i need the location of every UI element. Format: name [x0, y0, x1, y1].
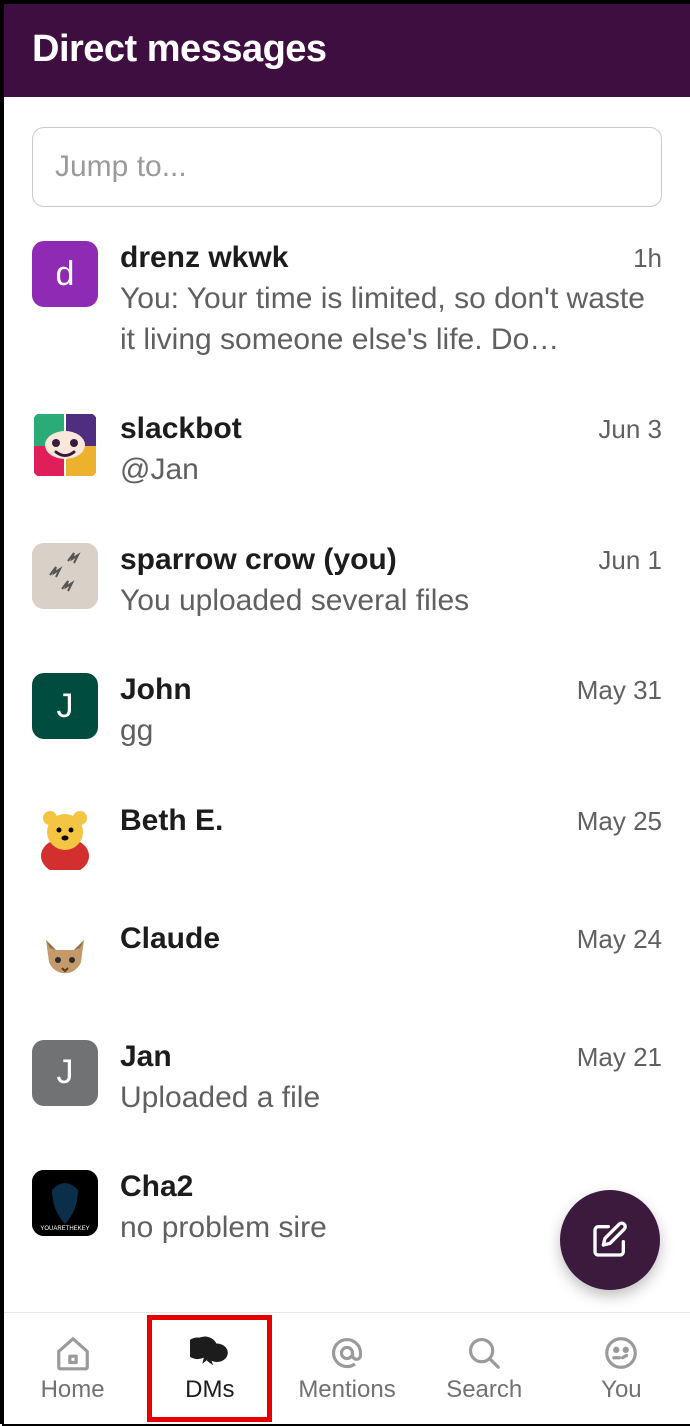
conversation-time: May 31	[577, 675, 662, 706]
conversation-body: Beth E. May 25	[120, 804, 662, 838]
conversation-row[interactable]: J Jan May 21 Uploaded a file	[4, 1040, 690, 1171]
conversation-body: sparrow crow (you) Jun 1 You uploaded se…	[120, 543, 662, 622]
conversation-row[interactable]: Beth E. May 25	[4, 804, 690, 922]
page-title: Direct messages	[32, 28, 662, 71]
conversation-name: sparrow crow (you)	[120, 543, 397, 577]
conversation-time: Jun 3	[598, 414, 662, 445]
conversation-time: 1h	[633, 243, 662, 274]
conversation-name: John	[120, 673, 192, 707]
conversation-preview: @Jan	[120, 450, 662, 491]
avatar	[32, 412, 98, 478]
search-icon	[465, 1334, 503, 1372]
conversation-name: Cha2	[120, 1170, 193, 1204]
conversation-name: Claude	[120, 922, 220, 956]
compose-icon	[590, 1220, 630, 1260]
conversation-row[interactable]: sparrow crow (you) Jun 1 You uploaded se…	[4, 543, 690, 674]
tab-bar: Home DMs Mentions Search You	[4, 1312, 690, 1424]
conversation-body: John May 31 gg	[120, 673, 662, 752]
conversation-name: drenz wkwk	[120, 241, 288, 275]
conversation-preview: You: Your time is limited, so don't wast…	[120, 279, 662, 360]
tab-label: DMs	[185, 1376, 234, 1404]
conversation-time: Jun 1	[598, 545, 662, 576]
tab-home[interactable]: Home	[4, 1313, 141, 1424]
compose-button[interactable]	[560, 1190, 660, 1290]
conversation-body: drenz wkwk 1h You: Your time is limited,…	[120, 241, 662, 360]
tab-label: Home	[41, 1376, 105, 1404]
home-icon	[54, 1334, 92, 1372]
conversation-body: Jan May 21 Uploaded a file	[120, 1040, 662, 1119]
conversation-row[interactable]: J John May 31 gg	[4, 673, 690, 804]
mentions-icon	[328, 1334, 366, 1372]
conversation-time: May 21	[577, 1042, 662, 1073]
tab-label: Mentions	[298, 1376, 395, 1404]
tab-mentions[interactable]: Mentions	[278, 1313, 415, 1424]
conversation-row[interactable]: slackbot Jun 3 @Jan	[4, 412, 690, 543]
header: Direct messages	[4, 4, 690, 97]
conversation-row[interactable]: Claude May 24	[4, 922, 690, 1040]
tab-dms[interactable]: DMs	[141, 1313, 278, 1424]
you-icon	[602, 1334, 640, 1372]
avatar	[32, 804, 98, 870]
avatar: d	[32, 241, 98, 307]
conversation-body: Claude May 24	[120, 922, 662, 956]
avatar	[32, 922, 98, 988]
svg-text:YOUARETHEKEY: YOUARETHEKEY	[40, 1226, 89, 1232]
avatar: J	[32, 1040, 98, 1106]
avatar: YOUARETHEKEY	[32, 1170, 98, 1236]
tab-you[interactable]: You	[553, 1313, 690, 1424]
conversation-name: slackbot	[120, 412, 242, 446]
conversation-name: Beth E.	[120, 804, 223, 838]
search-container	[4, 97, 690, 241]
conversation-preview: Uploaded a file	[120, 1078, 662, 1119]
dms-icon	[190, 1334, 230, 1372]
avatar: J	[32, 673, 98, 739]
tab-label: You	[601, 1376, 642, 1404]
avatar	[32, 543, 98, 609]
tab-label: Search	[446, 1376, 522, 1404]
conversation-body: slackbot Jun 3 @Jan	[120, 412, 662, 491]
jump-to-input[interactable]	[32, 127, 662, 207]
conversation-time: May 24	[577, 924, 662, 955]
conversation-preview: You uploaded several files	[120, 581, 662, 622]
conversation-name: Jan	[120, 1040, 172, 1074]
tab-search[interactable]: Search	[416, 1313, 553, 1424]
conversation-time: May 25	[577, 806, 662, 837]
conversation-row[interactable]: d drenz wkwk 1h You: Your time is limite…	[4, 241, 690, 412]
conversation-preview: gg	[120, 711, 662, 752]
conversation-list: d drenz wkwk 1h You: Your time is limite…	[4, 241, 690, 1312]
